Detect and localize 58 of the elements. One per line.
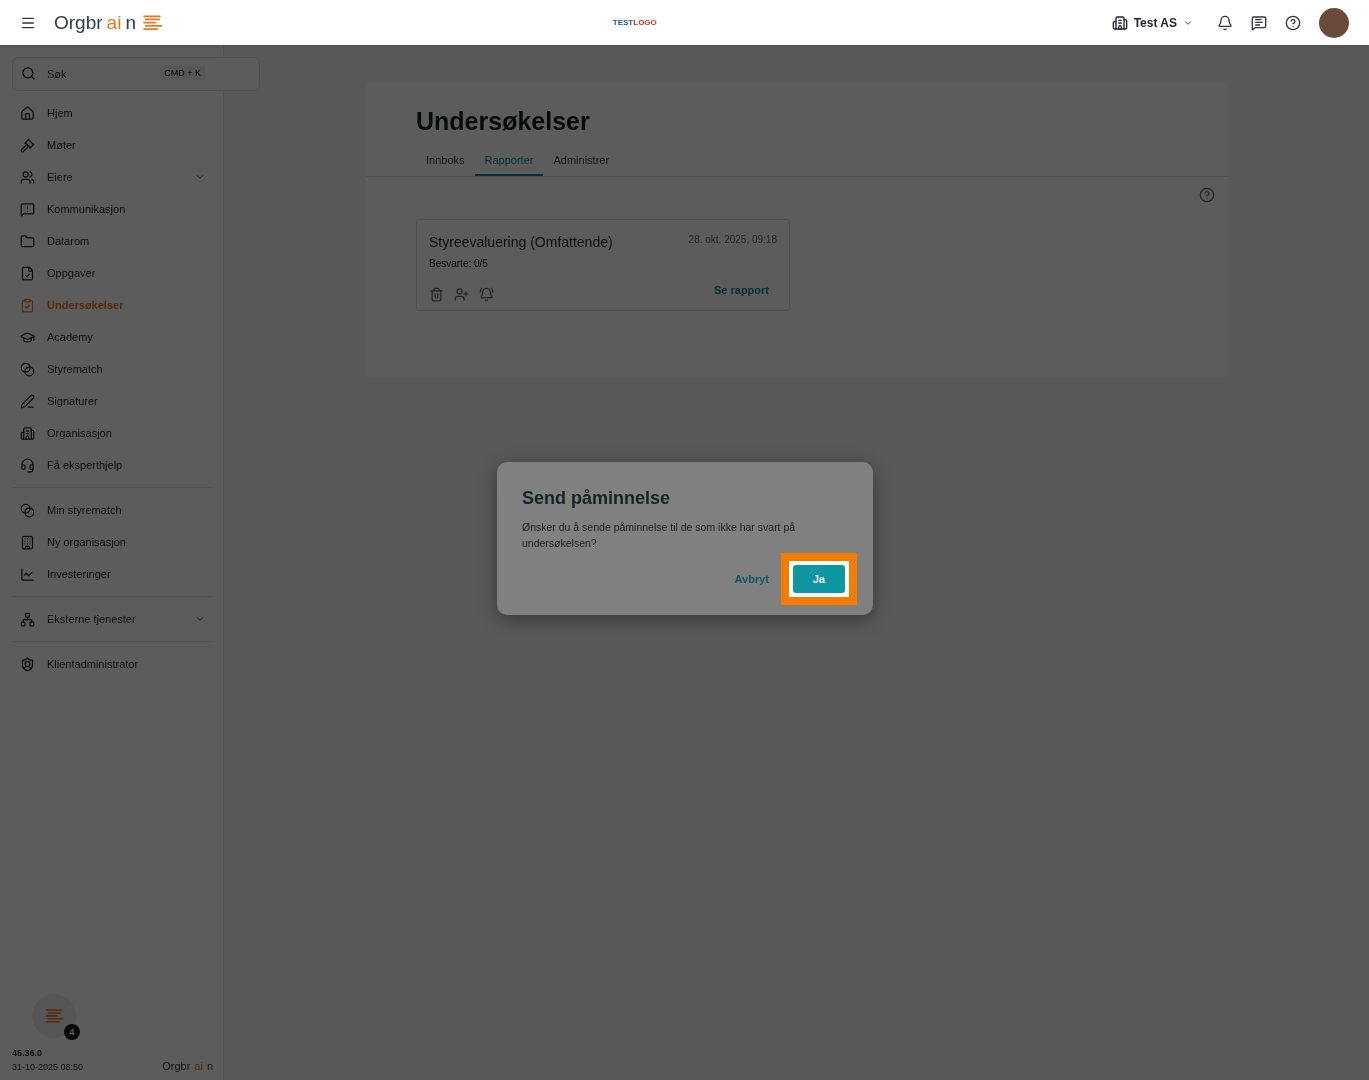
signatures-icon: [20, 393, 35, 409]
footer-logo-text: Orgbr ai n: [162, 1060, 213, 1072]
confirm-button[interactable]: Ja: [793, 565, 845, 593]
sidebar-item[interactable]: Signaturer: [12, 385, 213, 417]
build-date: 31-10-2025 08:50: [12, 1062, 85, 1072]
owners-icon: [20, 169, 35, 185]
sidebar-item[interactable]: Organisasjon: [12, 417, 213, 449]
messages-icon[interactable]: [1251, 14, 1267, 31]
sidebar-item[interactable]: Eksterne tjenester: [12, 603, 213, 635]
version-text: 45.36.0: [12, 1048, 44, 1058]
logo-text: Orgbr ai n: [54, 11, 136, 34]
communication-icon: [20, 201, 35, 217]
dataroom-icon: [20, 233, 35, 249]
page-title: Undersøkelser: [416, 107, 591, 136]
cancel-button[interactable]: Avbryt: [728, 572, 775, 586]
survey-title: Styreevaluering (Omfattende): [429, 234, 613, 250]
neworg-icon: [20, 534, 35, 550]
organization-icon: [20, 425, 35, 441]
investments-icon: [20, 566, 35, 582]
report-link[interactable]: Se rapport: [714, 283, 777, 296]
sidebar-item[interactable]: Kommunikasjon: [12, 193, 213, 225]
search-icon: [21, 66, 36, 81]
tasks-icon: [20, 265, 35, 281]
academy-icon: [20, 329, 35, 345]
sidebar-item[interactable]: Styrematch: [12, 353, 213, 385]
test-logo: TESTLOGO: [612, 18, 657, 27]
home-icon: [20, 105, 35, 121]
sidebar-item[interactable]: Investeringer: [12, 558, 213, 590]
match-icon: [20, 361, 35, 377]
building-icon: [1111, 14, 1128, 31]
meetings-icon: [20, 137, 35, 153]
sidebar-item[interactable]: Oppgaver: [12, 257, 213, 289]
sidebar-item[interactable]: Hjem: [12, 97, 213, 129]
dialog-message: Ønsker du å sende påminnelse til de som ikke har svart på undersøkelsen?: [522, 520, 797, 551]
surveys-icon: [20, 297, 35, 313]
tab[interactable]: Rapporter: [474, 146, 544, 176]
organization-switcher[interactable]: Test AS: [1105, 13, 1199, 32]
sidebar-item[interactable]: Undersøkelser: [12, 289, 213, 321]
sidebar-item[interactable]: Ny organisasjon: [12, 526, 213, 558]
sidebar-item[interactable]: Møter: [12, 129, 213, 161]
answered-count: Besvarte: 0/5: [429, 258, 489, 269]
services-icon: [20, 611, 35, 627]
sidebar-item[interactable]: Få eksperthjelp: [12, 449, 213, 481]
sidebar-item[interactable]: Eiere: [12, 161, 213, 193]
admin-icon: [20, 656, 35, 672]
match-icon: [20, 502, 35, 518]
shortcut-hint: CMD + K: [160, 66, 205, 80]
tab[interactable]: Innboks: [416, 146, 475, 176]
sidebar-item[interactable]: Klientadministrator: [12, 648, 213, 680]
sidebar-item[interactable]: Min styrematch: [12, 494, 213, 526]
chat-button[interactable]: [32, 994, 76, 1038]
dialog-title: Send påminnelse: [522, 488, 672, 509]
count-badge: 4: [64, 1024, 80, 1040]
notifications-icon[interactable]: [1217, 14, 1233, 31]
sidebar-item[interactable]: Datarom: [12, 225, 213, 257]
avatar[interactable]: [1319, 7, 1349, 38]
tab[interactable]: Administrer: [543, 146, 620, 176]
sidebar-item[interactable]: Academy: [12, 321, 213, 353]
